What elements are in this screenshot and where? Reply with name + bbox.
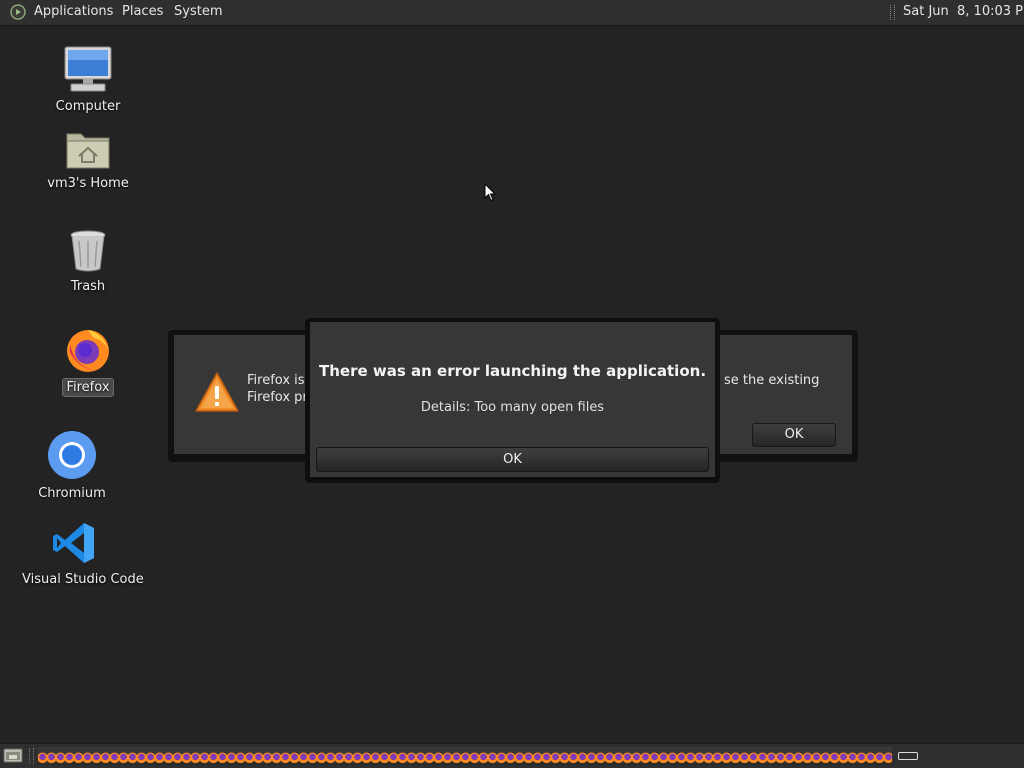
desktop-icon-label: vm3's Home <box>47 176 129 191</box>
ok-button[interactable]: OK <box>752 423 836 447</box>
top-panel: Applications Places System Sat Jun 8, 10… <box>0 0 1024 26</box>
desktop-icon-firefox[interactable]: Firefox <box>33 326 143 397</box>
warning-icon <box>195 372 239 412</box>
places-menu[interactable]: Places <box>122 0 163 25</box>
clock[interactable]: Sat Jun 8, 10:03 PM <box>903 0 1024 25</box>
error-details: Details: Too many open files <box>420 400 605 415</box>
dialog-message-line: Firefox pr <box>247 390 308 405</box>
desktop-icon-label: Chromium <box>38 486 106 501</box>
dialog-body: There was an error launching the applica… <box>310 322 715 477</box>
trash-icon <box>70 230 106 272</box>
bottom-panel <box>0 743 1024 768</box>
vscode-icon <box>53 523 94 563</box>
desktop-icon-vscode[interactable]: Visual Studio Code <box>19 520 144 588</box>
error-title: There was an error launching the applica… <box>318 362 707 380</box>
show-desktop-icon[interactable] <box>3 747 23 764</box>
desktop-icon-label: Computer <box>55 99 121 114</box>
panel-drag-handle[interactable] <box>890 5 895 20</box>
desktop-icon-trash[interactable]: Trash <box>33 229 143 295</box>
desktop-icon-label: Trash <box>70 279 106 294</box>
desktop-icon-home[interactable]: vm3's Home <box>33 128 143 192</box>
window-list[interactable] <box>38 747 892 765</box>
desktop-icon-label: Visual Studio Code <box>22 572 144 587</box>
firefox-icon <box>67 330 109 372</box>
dialog-message-line: Firefox is <box>247 373 305 388</box>
dialog-message-fragment: se the existing <box>724 373 820 388</box>
desktop-icon-chromium[interactable]: Chromium <box>17 430 127 502</box>
launch-error-dialog: There was an error launching the applica… <box>305 318 720 483</box>
desktop-icon-computer[interactable]: Computer <box>33 45 143 115</box>
applications-menu-icon[interactable] <box>10 4 26 20</box>
desktop-icon-label: Firefox <box>62 378 114 397</box>
chromium-icon <box>48 431 96 479</box>
applications-menu[interactable]: Applications <box>34 0 113 25</box>
panel-drag-handle[interactable] <box>29 748 34 764</box>
mouse-pointer-icon <box>484 183 496 202</box>
system-menu[interactable]: System <box>174 0 222 25</box>
home-folder-icon <box>66 133 110 169</box>
ok-button[interactable]: OK <box>316 447 709 472</box>
computer-icon <box>64 46 112 92</box>
tray-indicator-icon[interactable] <box>898 752 918 760</box>
